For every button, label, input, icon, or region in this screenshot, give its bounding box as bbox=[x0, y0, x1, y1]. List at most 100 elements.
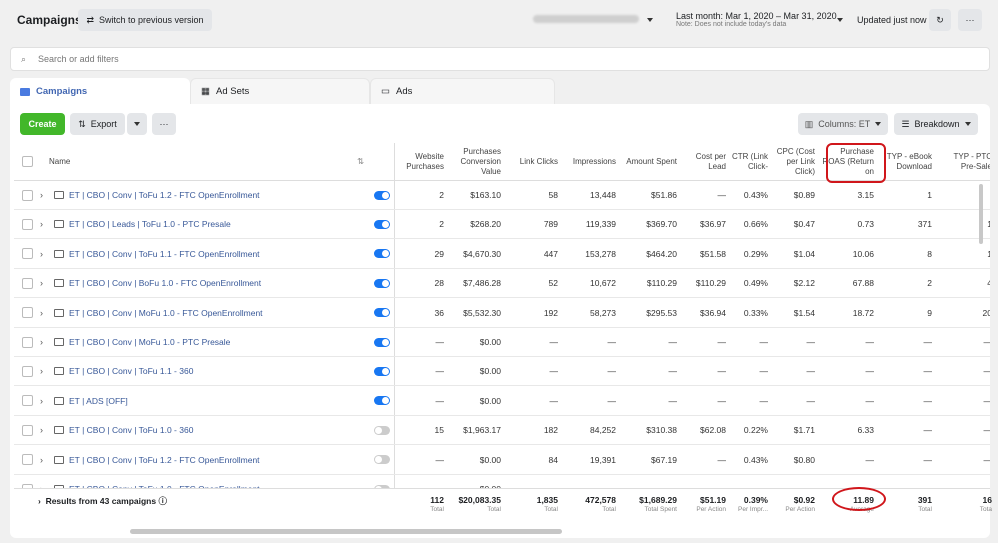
row-checkbox[interactable] bbox=[22, 424, 33, 436]
date-range-picker[interactable]: Last month: Mar 1, 2020 – Mar 31, 2020 No… bbox=[676, 11, 837, 28]
column-header[interactable]: CTR (Link Click- bbox=[728, 152, 768, 172]
campaign-toggle[interactable] bbox=[374, 455, 390, 465]
search-input[interactable]: ⌕ Search or add filters bbox=[10, 47, 990, 71]
chevron-right-icon[interactable]: › bbox=[40, 249, 43, 259]
row-checkbox[interactable] bbox=[22, 248, 33, 260]
summary-value: 112 bbox=[430, 495, 444, 505]
breakdown-button[interactable]: ☰ Breakdown bbox=[894, 113, 978, 135]
table-row[interactable]: › ET | CBO | Conv | ToFu 1.1 - 360 — $0.0… bbox=[14, 357, 990, 387]
campaign-toggle[interactable] bbox=[374, 190, 390, 200]
column-header[interactable]: Amount Spent bbox=[622, 157, 677, 167]
columns-button[interactable]: ▥ Columns: ET bbox=[798, 113, 888, 135]
chevron-right-icon[interactable]: › bbox=[40, 396, 43, 406]
table-row[interactable]: › ET | CBO | Conv | ToFu 1.1 - FTC OpenE… bbox=[14, 240, 990, 269]
campaign-name[interactable]: ET | CBO | Conv | ToFu 1.1 - 360 bbox=[69, 366, 193, 376]
cell-value: $310.38 bbox=[646, 425, 677, 436]
campaign-name[interactable]: ET | CBO | Conv | ToFu 1.1 - FTC OpenEnr… bbox=[69, 249, 260, 259]
updated-status: Updated just now bbox=[857, 15, 927, 25]
table-row[interactable]: › ET | CBO | Conv | ToFu 1.2 - FTC OpenE… bbox=[14, 446, 990, 475]
cell-value: — bbox=[668, 395, 678, 406]
cell-value: — bbox=[717, 337, 727, 347]
tab-ads[interactable]: ▭ Ads bbox=[370, 78, 555, 105]
row-checkbox[interactable] bbox=[22, 189, 33, 201]
cell-value: 153,278 bbox=[585, 248, 616, 259]
column-header[interactable]: Website Purchases bbox=[394, 152, 444, 172]
select-all-checkbox[interactable] bbox=[22, 156, 33, 167]
campaign-toggle[interactable] bbox=[374, 278, 390, 288]
column-header-name[interactable]: Name bbox=[49, 157, 70, 167]
row-checkbox[interactable] bbox=[22, 454, 33, 466]
cell-value: — bbox=[668, 337, 678, 347]
summary-value: 0.39% bbox=[743, 495, 768, 505]
summary-label[interactable]: › Results from 43 campaigns ⓘ bbox=[38, 495, 167, 507]
chevron-down-icon[interactable] bbox=[647, 18, 653, 22]
more-actions-button[interactable]: ··· bbox=[152, 113, 176, 135]
table-row[interactable]: › ET | CBO | Conv | MoFu 1.0 - PTC Presa… bbox=[14, 328, 990, 357]
tab-ad-sets[interactable]: ▦ Ad Sets bbox=[190, 78, 370, 105]
chevron-right-icon[interactable]: › bbox=[40, 278, 43, 288]
campaign-toggle[interactable] bbox=[374, 308, 390, 318]
campaign-toggle[interactable] bbox=[374, 396, 390, 406]
cell-value: — bbox=[806, 337, 816, 347]
sort-icon[interactable]: ⇅ bbox=[357, 156, 364, 167]
cell-value: — bbox=[668, 366, 678, 377]
chevron-right-icon[interactable]: › bbox=[40, 455, 43, 465]
campaign-toggle[interactable] bbox=[374, 337, 390, 347]
export-button[interactable]: ⇅ Export bbox=[70, 113, 125, 135]
vertical-scrollbar[interactable] bbox=[979, 184, 983, 244]
campaign-name[interactable]: ET | CBO | Conv | ToFu 1.2 - FTC OpenEnr… bbox=[69, 190, 260, 200]
tab-label: Campaigns bbox=[36, 86, 88, 97]
horizontal-scrollbar[interactable] bbox=[130, 529, 562, 534]
row-checkbox[interactable] bbox=[22, 307, 33, 319]
campaign-toggle[interactable] bbox=[374, 366, 390, 376]
table-row[interactable]: › ET | CBO | Leads | ToFu 1.0 - PTC Pres… bbox=[14, 210, 990, 240]
campaign-toggle[interactable] bbox=[374, 249, 390, 259]
campaign-name[interactable]: ET | CBO | Conv | MoFu 1.0 - PTC Presale bbox=[69, 337, 230, 347]
export-dropdown[interactable] bbox=[127, 113, 147, 135]
chevron-right-icon[interactable]: › bbox=[40, 337, 43, 347]
tab-campaigns[interactable]: Campaigns bbox=[10, 78, 190, 105]
cell-value: 0.73 bbox=[857, 219, 874, 230]
campaign-name[interactable]: ET | CBO | Conv | BoFu 1.0 - FTC OpenEnr… bbox=[69, 278, 261, 288]
table-row[interactable]: › ET | ADS [OFF] — $0.00 — — — — — — — — — bbox=[14, 387, 990, 416]
column-header[interactable]: CPC (Cost per Link Click) bbox=[770, 147, 815, 177]
chevron-down-icon bbox=[875, 122, 882, 126]
folder-icon bbox=[54, 455, 64, 464]
row-checkbox[interactable] bbox=[22, 218, 33, 230]
campaign-name[interactable]: ET | CBO | Leads | ToFu 1.0 - PTC Presal… bbox=[69, 219, 231, 229]
campaign-name[interactable]: ET | CBO | Conv | ToFu 1.2 - FTC OpenEnr… bbox=[69, 455, 260, 465]
column-header[interactable]: Impressions bbox=[561, 157, 616, 167]
table-row[interactable]: › ET | CBO | Conv | ToFu 1.2 - FTC OpenE… bbox=[14, 181, 990, 210]
account-selector[interactable] bbox=[533, 15, 639, 23]
summary-caption: Per Impr... bbox=[738, 506, 768, 513]
campaign-name[interactable]: ET | CBO | Conv | MoFu 1.0 - FTC OpenEnr… bbox=[69, 308, 263, 318]
chevron-right-icon[interactable]: › bbox=[40, 425, 43, 435]
row-checkbox[interactable] bbox=[22, 365, 33, 377]
chevron-right-icon[interactable]: › bbox=[40, 308, 43, 318]
row-checkbox[interactable] bbox=[22, 277, 33, 289]
campaign-name[interactable]: ET | CBO | Conv | ToFu 1.0 - 360 bbox=[69, 425, 193, 435]
column-header[interactable]: Cost per Lead bbox=[678, 152, 726, 172]
row-checkbox[interactable] bbox=[22, 336, 33, 348]
cell-value: 0.22% bbox=[743, 425, 768, 436]
switch-version-button[interactable]: ⇄ Switch to previous version bbox=[78, 9, 212, 31]
chevron-down-icon[interactable] bbox=[837, 18, 843, 22]
cell-value: $1,963.17 bbox=[463, 425, 501, 436]
table-row[interactable]: › ET | CBO | Conv | BoFu 1.0 - FTC OpenE… bbox=[14, 269, 990, 299]
campaign-toggle[interactable] bbox=[374, 219, 390, 229]
row-checkbox[interactable] bbox=[22, 395, 33, 407]
column-header[interactable]: Link Clicks bbox=[508, 157, 558, 167]
column-header[interactable]: Purchases Conversion Value bbox=[446, 147, 501, 177]
campaign-toggle[interactable] bbox=[374, 425, 390, 435]
more-button[interactable]: ··· bbox=[958, 9, 982, 31]
table-row[interactable]: › ET | CBO | Conv | ToFu 1.0 - 360 15 $1,… bbox=[14, 416, 990, 446]
chevron-right-icon[interactable]: › bbox=[40, 366, 43, 376]
table-row[interactable]: › ET | CBO | Conv | MoFu 1.0 - FTC OpenE… bbox=[14, 299, 990, 328]
chevron-right-icon[interactable]: › bbox=[40, 190, 43, 200]
refresh-button[interactable]: ↻ bbox=[929, 9, 951, 31]
create-button[interactable]: Create bbox=[20, 113, 65, 135]
cell-value: 1 bbox=[987, 248, 990, 259]
chevron-right-icon[interactable]: › bbox=[40, 219, 43, 229]
column-header[interactable]: TYP - PTC Pre-Sale bbox=[937, 152, 990, 172]
campaign-name[interactable]: ET | ADS [OFF] bbox=[69, 396, 128, 406]
